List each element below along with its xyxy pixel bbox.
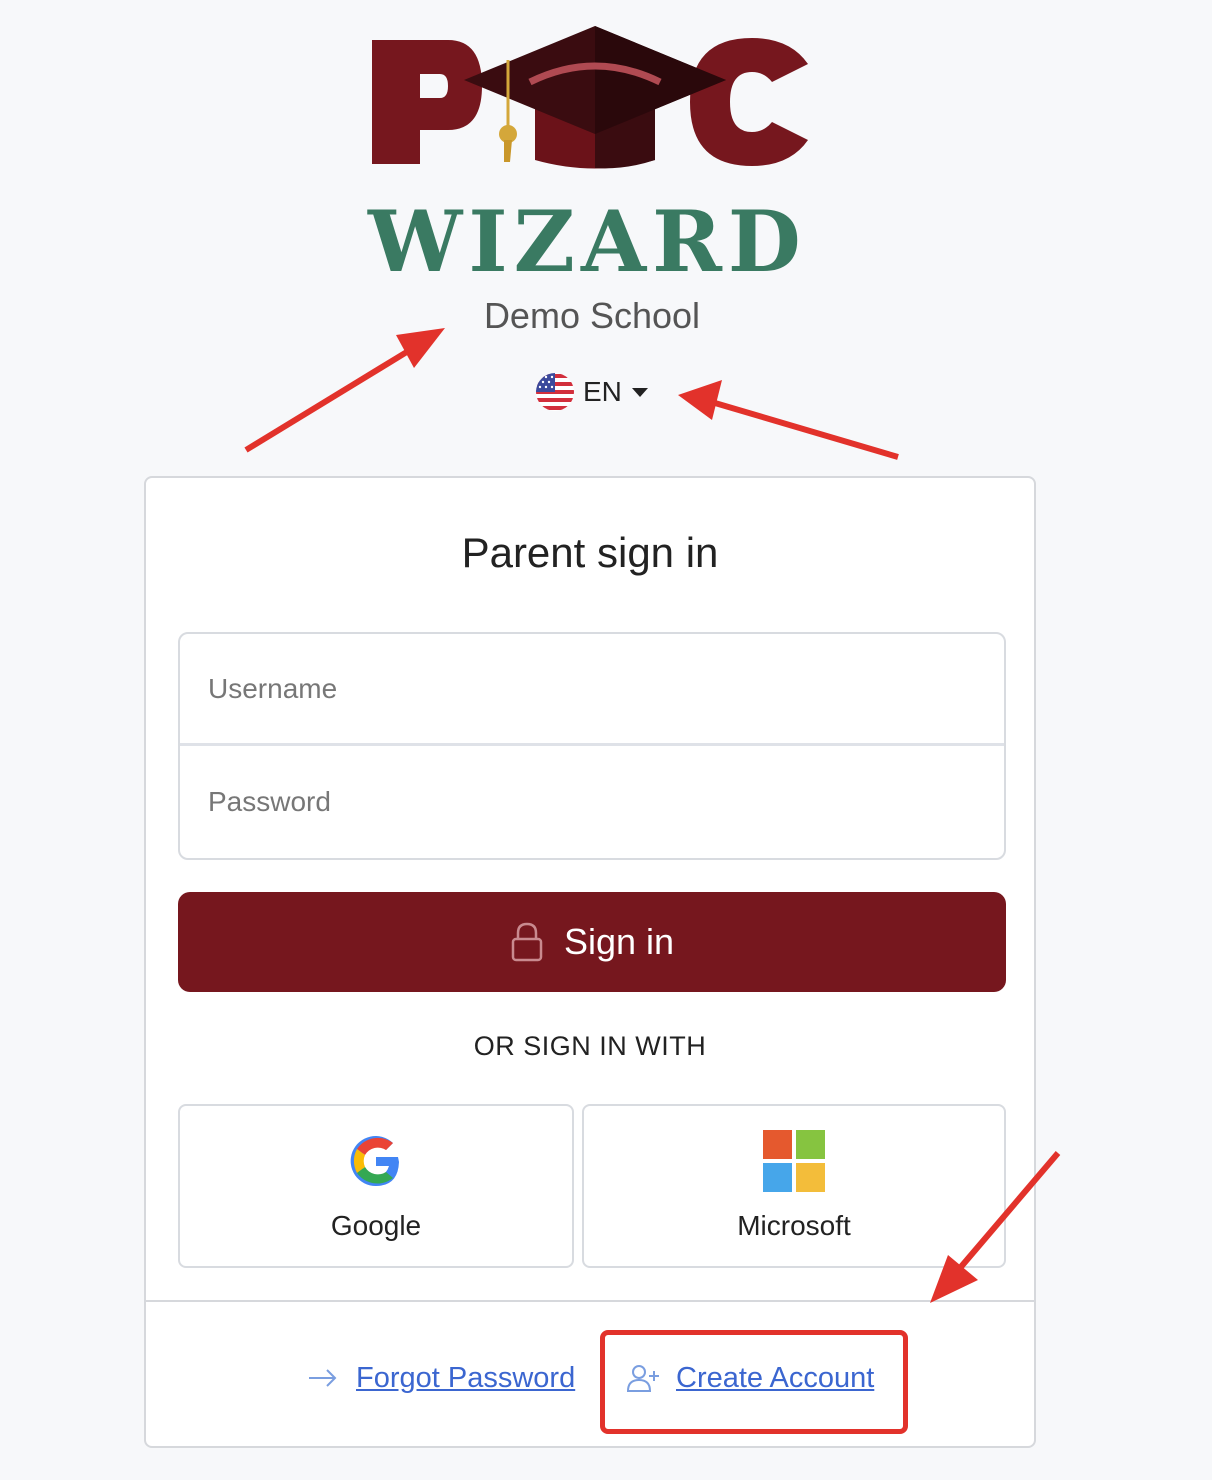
username-field-wrap bbox=[180, 634, 1004, 746]
password-input[interactable] bbox=[206, 785, 1004, 819]
create-account-highlight bbox=[600, 1330, 908, 1434]
caret-down-icon bbox=[631, 387, 648, 397]
password-field-wrap bbox=[180, 746, 1004, 858]
arrow-right-icon bbox=[309, 1369, 337, 1387]
username-input[interactable] bbox=[206, 671, 1004, 706]
google-label: Google bbox=[330, 1210, 422, 1241]
or-sign-in-with-label: OR SIGN IN WITH bbox=[473, 1031, 707, 1061]
card-divider bbox=[146, 1300, 1034, 1302]
credential-fields bbox=[178, 632, 1006, 860]
google-signin-button[interactable]: Google bbox=[178, 1104, 574, 1268]
logo-graphic bbox=[372, 26, 808, 169]
sign-in-button[interactable]: Sign in bbox=[178, 892, 1006, 992]
school-name: Demo School bbox=[483, 295, 701, 336]
microsoft-label: Microsoft bbox=[737, 1210, 851, 1241]
us-flag-icon bbox=[536, 373, 574, 411]
language-code: EN bbox=[583, 376, 622, 407]
ptc-wizard-logo: WIZARD bbox=[360, 22, 830, 284]
forgot-password-link[interactable]: Forgot Password bbox=[306, 1358, 575, 1398]
google-icon bbox=[350, 1136, 399, 1187]
forgot-password-label: Forgot Password bbox=[356, 1361, 576, 1394]
microsoft-signin-button[interactable]: Microsoft bbox=[582, 1104, 1006, 1268]
signin-card: Parent sign in Sign in OR SIGN IN WITH G… bbox=[144, 476, 1036, 1448]
lock-icon bbox=[511, 922, 543, 962]
microsoft-icon bbox=[763, 1130, 825, 1192]
sign-in-label: Sign in bbox=[563, 921, 675, 962]
language-selector[interactable]: EN bbox=[535, 371, 648, 413]
logo-wordmark: WIZARD bbox=[368, 192, 807, 291]
card-title: Parent sign in bbox=[461, 529, 719, 576]
